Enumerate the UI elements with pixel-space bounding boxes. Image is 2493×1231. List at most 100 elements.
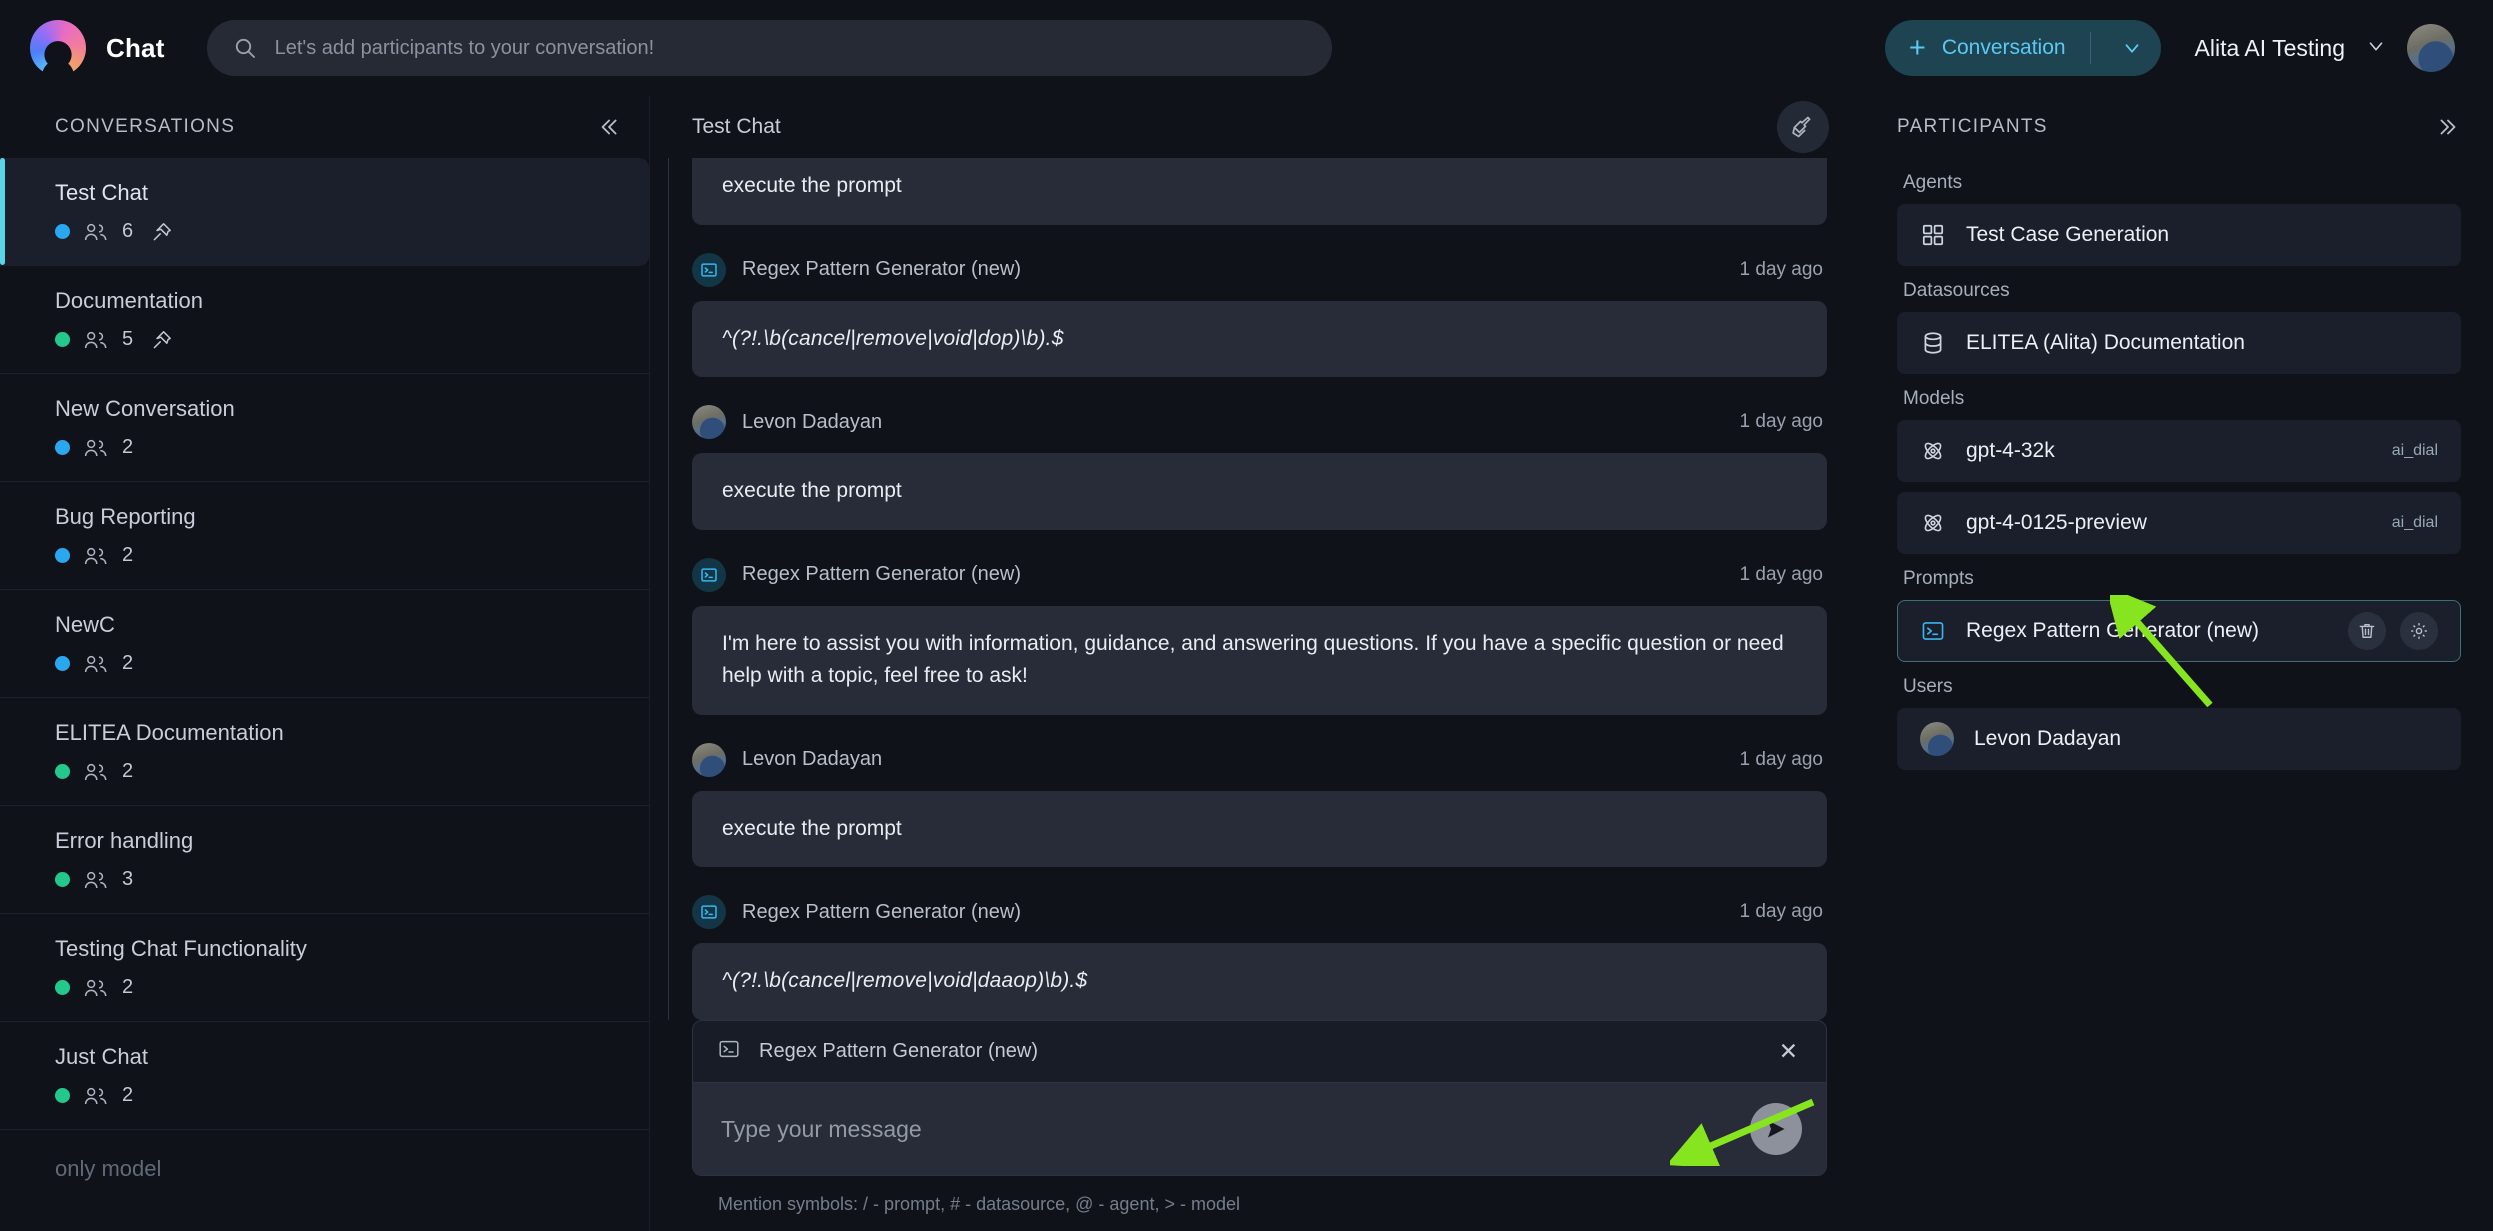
status-dot xyxy=(55,980,70,995)
app-body: CONVERSATIONS Test Chat 6 Documentation 5 Ne… xyxy=(0,96,2493,1231)
message-author: Levon Dadayan xyxy=(742,748,883,771)
participant-name: gpt-4-0125-preview xyxy=(1966,511,2147,534)
conversation-meta: 2 xyxy=(55,976,619,999)
conversation-name: Documentation xyxy=(55,288,203,313)
account-menu[interactable]: Alita AI Testing xyxy=(2195,24,2455,72)
broom-icon[interactable] xyxy=(1777,101,1829,153)
sidebar-title: CONVERSATIONS xyxy=(55,116,236,137)
conversation-meta: 2 xyxy=(55,1084,619,1107)
conversation-item[interactable]: ELITEA Documentation 2 xyxy=(0,698,649,806)
alita-logo-icon xyxy=(30,20,86,76)
prompt-settings-button[interactable] xyxy=(2400,612,2438,650)
participant-item[interactable]: Test Case Generation xyxy=(1897,204,2461,266)
brand: Chat xyxy=(30,20,165,76)
chevron-double-left-icon[interactable] xyxy=(595,114,621,140)
search-input[interactable] xyxy=(274,36,1306,60)
new-conversation-button[interactable]: + Conversation xyxy=(1884,20,2161,76)
conversation-item[interactable]: Testing Chat Functionality 2 xyxy=(0,914,649,1022)
conversation-meta: 6 xyxy=(55,220,619,243)
conversation-meta: 2 xyxy=(55,760,619,783)
conversation-item[interactable]: only model xyxy=(0,1130,649,1204)
conversation-item[interactable]: Test Chat 6 xyxy=(0,158,649,266)
pin-icon[interactable] xyxy=(146,222,172,242)
message-timestamp: 1 day ago xyxy=(1739,748,1823,770)
conversation-name: NewC xyxy=(55,612,115,637)
model-atom-icon xyxy=(1920,438,1946,464)
participant-group-label: Users xyxy=(1903,676,1953,697)
conversation-dropdown-toggle[interactable] xyxy=(2109,37,2155,59)
conversation-name: Just Chat xyxy=(55,1044,148,1069)
conversation-item[interactable]: New Conversation 2 xyxy=(0,374,649,482)
message-bubble: I'm here to assist you with information,… xyxy=(692,605,1827,715)
conversation-meta: 2 xyxy=(55,436,619,459)
users-icon xyxy=(83,978,109,998)
close-icon[interactable]: ✕ xyxy=(1779,1040,1798,1063)
participant-count: 6 xyxy=(122,220,134,242)
selected-prompt-chip[interactable]: Regex Pattern Generator (new) ✕ xyxy=(693,1021,1826,1083)
user-avatar xyxy=(692,405,726,440)
participant-groups: Agents Test Case Generation Datasources ELI… xyxy=(1897,158,2461,780)
avatar[interactable] xyxy=(2407,24,2455,72)
message-header: Levon Dadayan 1 day ago xyxy=(676,737,1827,791)
participant-count: 2 xyxy=(122,652,134,674)
chat-message: Regex Pattern Generator (new) 1 day ago I'… xyxy=(676,552,1827,715)
conversation-item[interactable]: Just Chat 2 xyxy=(0,1022,649,1130)
status-dot xyxy=(55,1088,70,1103)
users-icon xyxy=(83,438,109,458)
sidebar-header: CONVERSATIONS xyxy=(0,96,649,158)
conversation-name: Test Chat xyxy=(55,180,148,205)
message-author: Regex Pattern Generator (new) xyxy=(742,900,1022,923)
composer-container: Regex Pattern Generator (new) ✕ Mention … xyxy=(650,1020,1865,1231)
conversation-name: New Conversation xyxy=(55,396,235,421)
message-bubble: execute the prompt xyxy=(692,158,1827,225)
search-icon xyxy=(233,36,257,60)
conversation-item[interactable]: Documentation 5 xyxy=(0,266,649,374)
users-icon xyxy=(83,222,109,242)
chat-message: Regex Pattern Generator (new) 1 day ago ^(… xyxy=(676,247,1827,378)
participant-count: 2 xyxy=(122,436,134,458)
participant-provider: ai_dial xyxy=(2391,442,2438,459)
message-author: Regex Pattern Generator (new) xyxy=(742,258,1022,281)
conversation-item[interactable]: NewC 2 xyxy=(0,590,649,698)
delete-prompt-button[interactable] xyxy=(2348,612,2386,650)
conversation-item[interactable]: Error handling 3 xyxy=(0,806,649,914)
message-bubble: execute the prompt xyxy=(692,790,1827,868)
chat-message: Regex Pattern Generator (new) 1 day ago ^(… xyxy=(676,889,1827,1020)
message-header: Regex Pattern Generator (new) 1 day ago xyxy=(676,552,1827,606)
status-dot xyxy=(55,332,70,347)
conversation-item[interactable]: Bug Reporting 2 xyxy=(0,482,649,590)
top-bar: Chat + Conversation xyxy=(0,0,2493,96)
mention-hint: Mention symbols: / - prompt, # - datasou… xyxy=(718,1194,1240,1214)
participant-item[interactable]: gpt-4-0125-preview ai_dial xyxy=(1897,492,2461,554)
message-input[interactable] xyxy=(721,1115,1750,1143)
chevron-double-right-icon[interactable] xyxy=(2435,114,2461,140)
participant-item[interactable]: Levon Dadayan xyxy=(1897,708,2461,770)
participant-item[interactable]: gpt-4-32k ai_dial xyxy=(1897,420,2461,482)
conversation-name: ELITEA Documentation xyxy=(55,720,284,745)
conversation-meta: 5 xyxy=(55,328,619,351)
message-timestamp: 1 day ago xyxy=(1739,258,1823,280)
conversation-name: only model xyxy=(55,1156,162,1181)
gear-icon[interactable] xyxy=(2409,621,2429,641)
status-dot xyxy=(55,548,70,563)
users-icon xyxy=(83,546,109,566)
terminal-prompt-icon xyxy=(717,1037,741,1066)
participant-group-label: Prompts xyxy=(1903,568,1974,589)
participants-title: PARTICIPANTS xyxy=(1897,116,2048,137)
participant-item[interactable]: ELITEA (Alita) Documentation xyxy=(1897,312,2461,374)
participant-item[interactable]: Regex Pattern Generator (new) xyxy=(1897,600,2461,662)
participant-name: Regex Pattern Generator (new) xyxy=(1966,619,2259,642)
search-bar[interactable] xyxy=(206,20,1332,76)
participant-name: ELITEA (Alita) Documentation xyxy=(1966,331,2245,354)
status-dot xyxy=(55,656,70,671)
message-composer: Regex Pattern Generator (new) ✕ xyxy=(692,1020,1827,1176)
participant-count: 3 xyxy=(122,868,134,890)
chat-title: Test Chat xyxy=(692,115,781,138)
participant-group-label: Agents xyxy=(1903,172,1963,193)
brand-title: Chat xyxy=(106,32,165,63)
message-header: Levon Dadayan 1 day ago xyxy=(676,399,1827,453)
message-bubble: ^(?!.\b(cancel|remove|void|dop)\b).$ xyxy=(692,300,1827,378)
send-icon[interactable] xyxy=(1750,1103,1802,1155)
pin-icon[interactable] xyxy=(146,330,172,350)
trash-icon[interactable] xyxy=(2357,621,2377,641)
